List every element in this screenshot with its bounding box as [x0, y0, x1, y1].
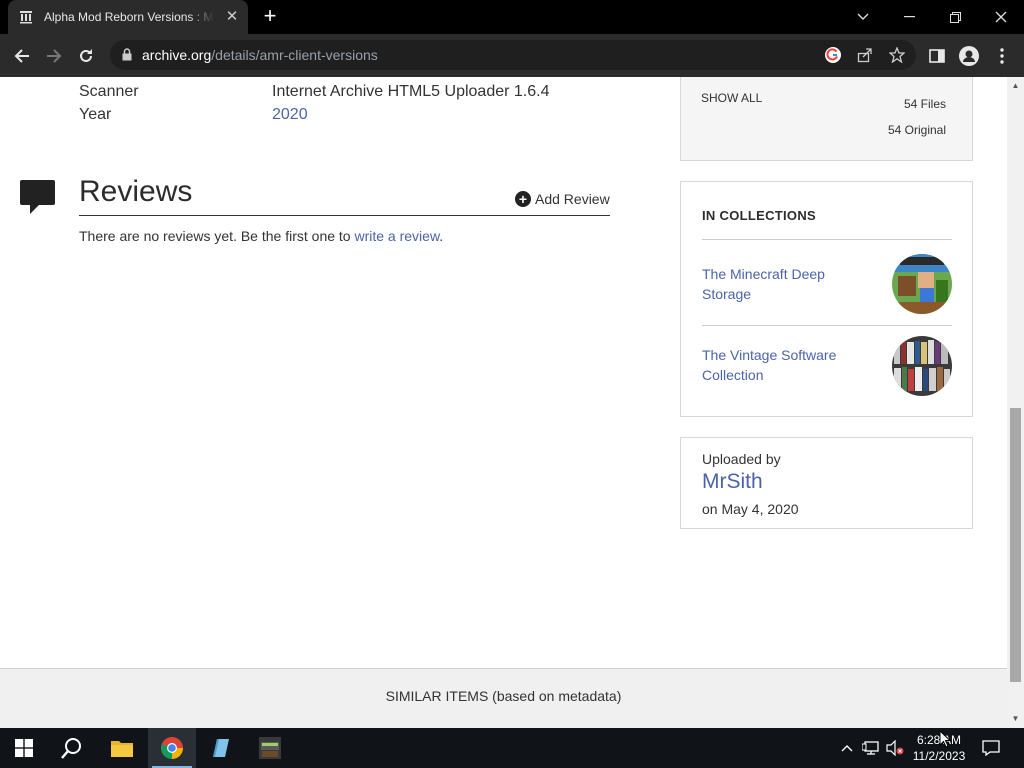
browser-toolbar: archive.org/details/amr-client-versions [0, 34, 1024, 77]
new-tab-button[interactable]: + [258, 5, 282, 29]
notepad-app-icon[interactable] [196, 728, 244, 768]
minimize-button[interactable] [886, 0, 932, 34]
url-text[interactable]: archive.org/details/amr-client-versions [142, 47, 378, 63]
menu-kebab-icon[interactable] [991, 45, 1013, 67]
page-scrollbar[interactable]: ▲ ▼ [1007, 77, 1024, 728]
tab-search-icon[interactable] [840, 0, 886, 34]
file-explorer-icon[interactable] [98, 728, 146, 768]
close-window-button[interactable] [978, 0, 1024, 34]
scroll-down-arrow-icon[interactable]: ▼ [1011, 714, 1020, 723]
archive-logo-icon [18, 9, 34, 25]
minecraft-launcher-icon[interactable] [246, 728, 294, 768]
side-panel-icon[interactable] [926, 45, 948, 67]
write-review-link[interactable]: write a review [354, 228, 439, 244]
restore-button[interactable] [932, 0, 978, 34]
reviews-empty-text: There are no reviews yet. Be the first o… [79, 228, 444, 244]
notification-center-icon[interactable] [982, 739, 1000, 757]
bookmark-star-icon[interactable] [888, 46, 906, 64]
uploaded-by-label: Uploaded by [702, 451, 781, 467]
google-lens-icon[interactable] [824, 46, 842, 64]
forward-arrow-icon[interactable] [40, 42, 68, 70]
year-label: Year [79, 106, 112, 123]
mouse-cursor-icon [939, 729, 952, 753]
chrome-icon[interactable] [148, 728, 196, 768]
minecraft-thumbnail[interactable] [892, 254, 952, 314]
uploader-panel: Uploaded by MrSith on May 4, 2020 [680, 437, 973, 529]
vintage-software-thumbnail[interactable] [892, 336, 952, 396]
add-review-button[interactable]: + Add Review [515, 191, 610, 207]
speech-bubble-icon [20, 180, 56, 219]
lock-icon[interactable] [122, 48, 132, 66]
search-icon[interactable] [48, 728, 96, 768]
collections-heading: IN COLLECTIONS [702, 208, 816, 223]
year-link[interactable]: 2020 [272, 106, 308, 124]
collections-divider [702, 239, 952, 240]
similar-items-label: SIMILAR ITEMS (based on metadata) [385, 688, 622, 704]
volume-muted-icon[interactable] [886, 739, 904, 757]
tab-active[interactable]: Alpha Mod Reborn Versions : Mr ✕ [8, 0, 248, 34]
reviews-divider [79, 215, 610, 216]
scroll-up-arrow-icon[interactable]: ▲ [1011, 81, 1020, 90]
collections-panel: IN COLLECTIONS The Minecraft Deep Storag… [680, 181, 973, 417]
page-content: Scanner Internet Archive HTML5 Uploader … [0, 77, 1007, 728]
address-bar[interactable]: archive.org/details/amr-client-versions [110, 40, 916, 70]
tab-bar: Alpha Mod Reborn Versions : Mr ✕ + [0, 0, 1024, 34]
scanner-value: Internet Archive HTML5 Uploader 1.6.4 [272, 83, 550, 100]
uploader-name-link[interactable]: MrSith [702, 470, 763, 494]
tab-title: Alpha Mod Reborn Versions : Mr [44, 10, 214, 24]
files-count[interactable]: 54 Files [904, 97, 946, 111]
files-panel: SHOW ALL 54 Files 54 Original [680, 77, 973, 161]
reviews-heading: Reviews [79, 175, 193, 208]
original-count[interactable]: 54 Original [888, 123, 946, 137]
chevron-up-icon[interactable] [838, 739, 856, 757]
scanner-label: Scanner [79, 83, 139, 100]
close-tab-icon[interactable]: ✕ [224, 9, 240, 25]
similar-items-bar[interactable]: SIMILAR ITEMS (based on metadata) [0, 668, 1007, 728]
collection-link-minecraft[interactable]: The Minecraft Deep Storage [702, 264, 852, 304]
upload-date: on May 4, 2020 [702, 501, 799, 517]
collection-link-vintage-software[interactable]: The Vintage Software Collection [702, 345, 852, 385]
windows-start-icon[interactable] [0, 728, 48, 768]
profile-avatar-icon[interactable] [958, 45, 980, 67]
share-icon[interactable] [856, 46, 874, 64]
plus-circle-icon: + [515, 191, 531, 207]
add-review-label: Add Review [535, 191, 610, 207]
reload-icon[interactable] [72, 42, 100, 70]
show-all-link[interactable]: SHOW ALL [701, 91, 762, 105]
network-icon[interactable] [862, 739, 880, 757]
collections-divider [702, 325, 952, 326]
scrollbar-thumb[interactable] [1010, 408, 1021, 682]
back-arrow-icon[interactable] [8, 42, 36, 70]
windows-taskbar: 6:28 AM 11/2/2023 [0, 728, 1024, 768]
